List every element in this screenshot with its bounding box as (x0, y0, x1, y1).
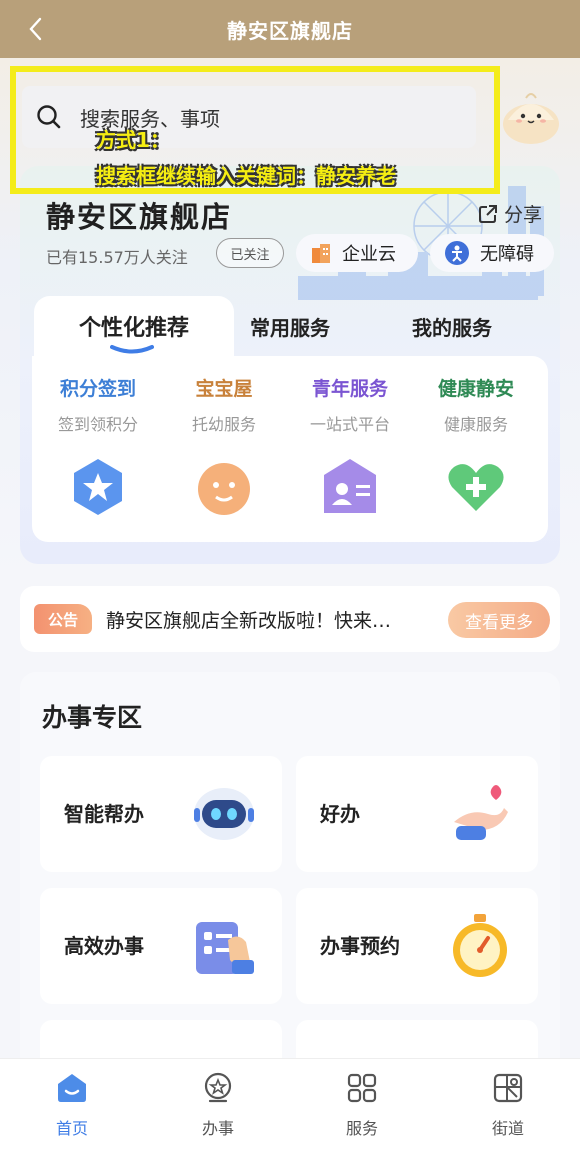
baby-face-icon (198, 463, 250, 515)
tab-my-services[interactable]: 我的服务 (382, 296, 522, 356)
id-card-icon (324, 459, 376, 513)
service-title: 宝宝屋 (195, 378, 253, 400)
service-health[interactable]: 健康静安 健康服务 (416, 374, 536, 523)
chevron-left-icon (29, 17, 42, 41)
star-badge-icon (74, 459, 122, 515)
hand-heart-icon (454, 785, 508, 840)
section-title: 办事专区 (42, 703, 143, 732)
nav-label: 办事 (201, 1119, 234, 1138)
page-title: 静安区旗舰店 (227, 18, 353, 43)
home-icon (58, 1074, 86, 1102)
nav-home[interactable]: 首页 (32, 1071, 112, 1139)
stopwatch-icon (453, 914, 507, 977)
card-easy-handle[interactable]: 好办 (296, 756, 538, 872)
followed-button[interactable]: 已关注 (216, 238, 284, 268)
service-tabs: 个性化推荐 常用服务 我的服务 (20, 296, 560, 356)
nav-affairs[interactable]: 办事 (178, 1071, 258, 1139)
card-appointment[interactable]: 办事预约 (296, 888, 538, 1004)
back-button[interactable] (20, 14, 50, 44)
service-baby-house[interactable]: 宝宝屋 托幼服务 (164, 374, 284, 523)
robot-icon (194, 788, 254, 840)
search-icon (37, 105, 61, 129)
tab-common-services[interactable]: 常用服务 (220, 296, 360, 356)
enterprise-cloud-button[interactable]: 企业云 (296, 234, 418, 272)
search-bar[interactable]: 搜索服务、事项 (22, 86, 476, 148)
building-icon (312, 244, 330, 263)
service-title: 青年服务 (311, 378, 388, 400)
street-map-icon (493, 1073, 523, 1103)
bottom-navigation: 首页 办事 服务 街道 (0, 1058, 580, 1156)
enterprise-cloud-label: 企业云 (342, 244, 396, 265)
accessibility-label: 无障碍 (480, 244, 534, 265)
affairs-icon (204, 1072, 232, 1103)
service-subtitle: 签到领积分 (57, 415, 138, 434)
card-label: 智能帮办 (64, 802, 144, 826)
nav-label: 街道 (491, 1119, 524, 1138)
checklist-icon (196, 922, 254, 974)
accessibility-icon (445, 241, 469, 265)
store-card: 静安区旗舰店 分享 已有15.57万人关注 已关注 企业云 无障碍 个性化推荐 … (20, 166, 560, 564)
followers-count: 已有15.57万人关注 (46, 248, 188, 267)
share-button[interactable]: 分享 (478, 200, 542, 227)
announcement-bar[interactable]: 公告 静安区旗舰店全新改版啦！快来… 查看更多 (20, 586, 560, 652)
share-label: 分享 (504, 204, 543, 226)
service-title: 积分签到 (59, 378, 136, 400)
nav-label: 首页 (55, 1119, 88, 1138)
grid-icon (347, 1073, 377, 1103)
service-youth[interactable]: 青年服务 一站式平台 (290, 374, 410, 523)
announcement-tag: 公告 (34, 604, 92, 634)
bun-mascot-icon[interactable] (500, 84, 562, 146)
service-subtitle: 托幼服务 (191, 415, 256, 434)
nav-street[interactable]: 街道 (468, 1071, 548, 1139)
card-label: 高效办事 (64, 934, 144, 958)
card-smart-assist[interactable]: 智能帮办 (40, 756, 282, 872)
service-subtitle: 健康服务 (443, 415, 508, 434)
service-subtitle: 一站式平台 (309, 415, 390, 434)
health-heart-icon (448, 464, 504, 511)
service-title: 健康静安 (437, 378, 514, 400)
top-bar: 静安区旗舰店 (0, 0, 580, 58)
card-label: 好办 (320, 802, 360, 826)
annotation-instruction: 搜索框继续输入关键词：静安养老 (96, 164, 396, 188)
announcement-message[interactable]: 静安区旗舰店全新改版啦！快来… (106, 606, 436, 633)
accessibility-button[interactable]: 无障碍 (430, 234, 554, 272)
card-label: 办事预约 (320, 934, 400, 958)
share-icon (479, 204, 497, 223)
store-title: 静安区旗舰店 (46, 200, 233, 234)
card-efficient-affairs[interactable]: 高效办事 (40, 888, 282, 1004)
nav-label: 服务 (345, 1119, 378, 1138)
view-more-button[interactable]: 查看更多 (448, 602, 550, 638)
annotation-step-label: 方式1： (96, 128, 170, 152)
service-panel: 积分签到 签到领积分 宝宝屋 托幼服务 青年服务 一站式平台 健康静安 健康服务 (32, 356, 548, 542)
tab-indicator (110, 345, 154, 354)
nav-services[interactable]: 服务 (322, 1071, 402, 1139)
service-points-checkin[interactable]: 积分签到 签到领积分 (38, 374, 158, 523)
affairs-section: 办事专区 智能帮办 好办 高效办事 办事预约 (20, 672, 560, 1072)
